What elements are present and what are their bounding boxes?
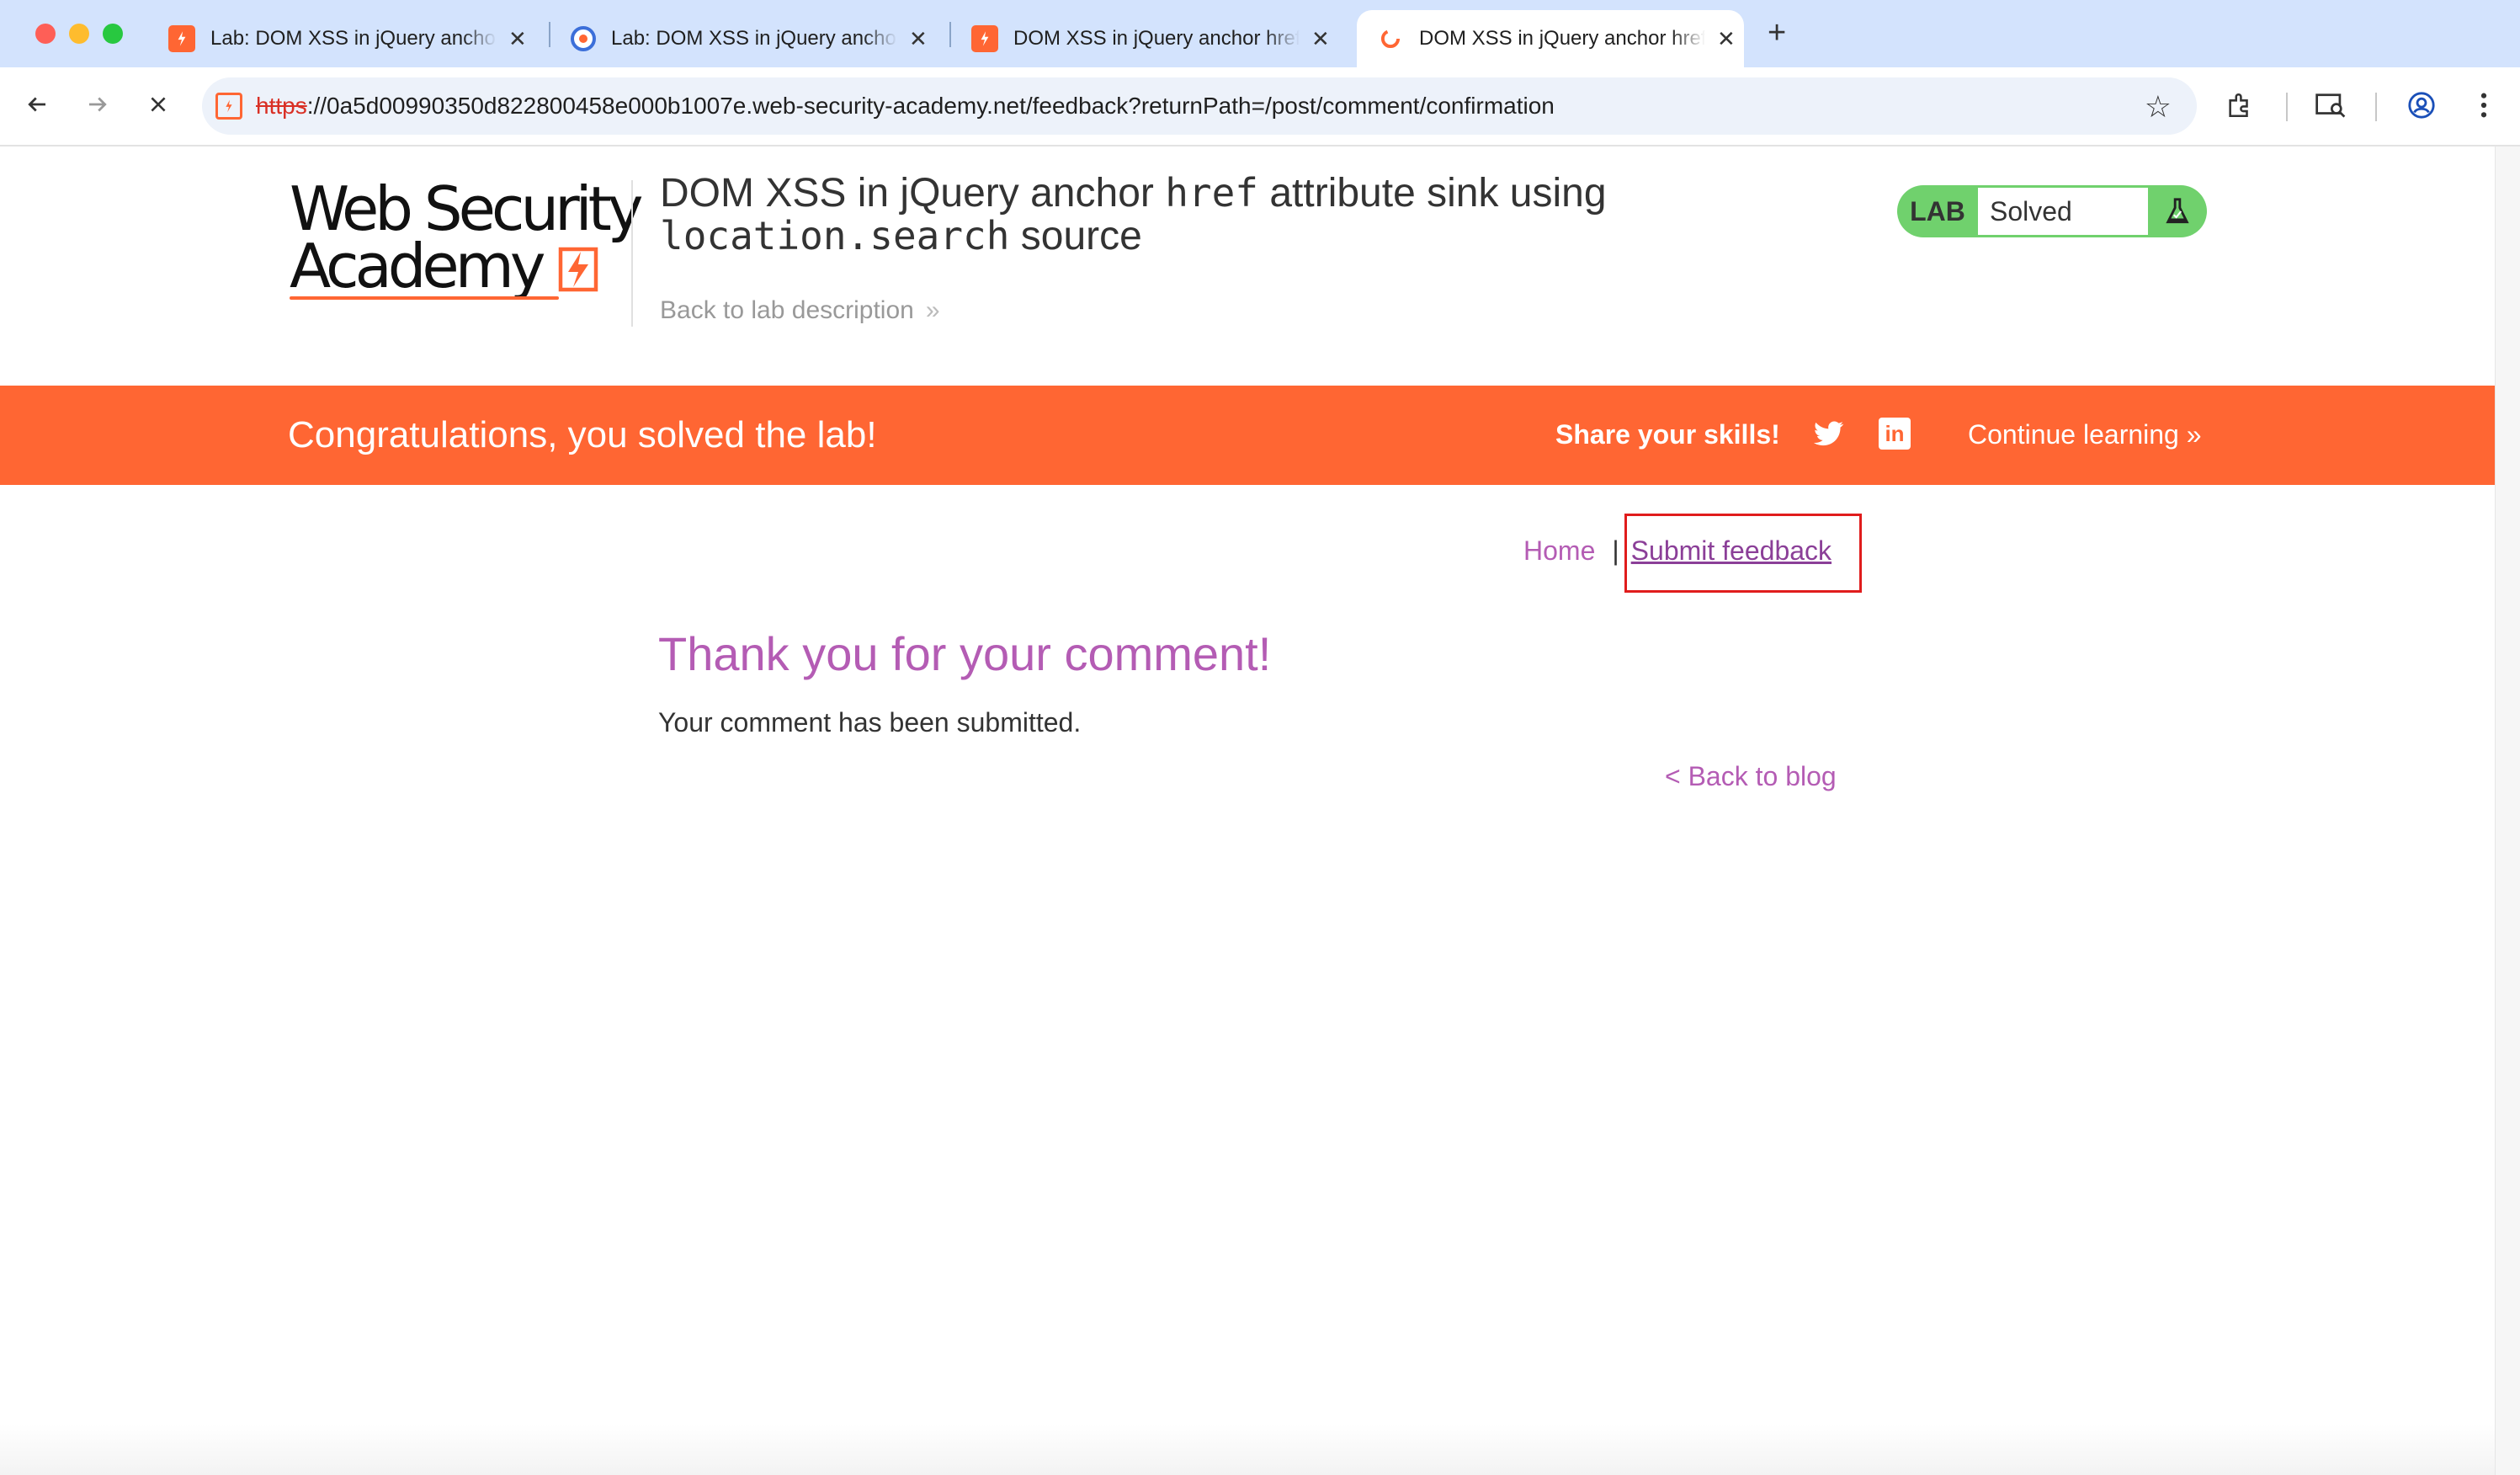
back-to-blog-link[interactable]: < Back to blog <box>1665 761 1837 792</box>
browser-toolbar: https://0a5d00990350d822800458e000b1007e… <box>0 67 2520 146</box>
forward-arrow-icon[interactable] <box>79 86 116 123</box>
profile-icon[interactable] <box>2404 88 2439 123</box>
lab-title-text: attribute sink using <box>1258 171 1607 216</box>
page-bottom-shadow <box>0 1424 2495 1475</box>
browser-window: Lab: DOM XSS in jQuery anchor href attri… <box>0 0 2520 1475</box>
tab-strip: Lab: DOM XSS in jQuery anchor href attri… <box>0 0 2520 67</box>
lab-title: DOM XSS in jQuery anchor href attribute … <box>660 172 1821 258</box>
back-link-label: Back to lab description <box>660 296 914 324</box>
tab-title: DOM XSS in jQuery anchor href attribute … <box>1013 27 1300 50</box>
vertical-scrollbar[interactable] <box>2495 146 2520 1475</box>
home-link[interactable]: Home <box>1523 535 1595 567</box>
tab-close-icon[interactable]: ✕ <box>1311 26 1330 52</box>
tab-title: DOM XSS in jQuery anchor href attribute … <box>1419 27 1705 50</box>
web-security-academy-logo[interactable]: Web Security Academy <box>290 173 644 306</box>
minimize-window-button[interactable] <box>69 24 89 44</box>
logo-underline <box>290 296 559 300</box>
logo-line1: Web Security <box>290 173 644 244</box>
maximize-window-button[interactable] <box>103 24 123 44</box>
loading-icon <box>1377 25 1404 52</box>
toolbar-separator <box>2375 93 2377 121</box>
url-path: ://0a5d00990350d822800458e000b1007e.web-… <box>306 93 1555 119</box>
bookmark-star-icon[interactable]: ☆ <box>2145 89 2172 125</box>
tab-close-icon[interactable]: ✕ <box>1717 26 1736 52</box>
extensions-icon[interactable] <box>2222 88 2257 123</box>
lab-status-badge: LAB Solved <box>1897 185 2207 237</box>
tab-search-icon[interactable] <box>2313 88 2348 123</box>
academy-bolt-icon <box>559 247 598 292</box>
page-heading: Thank you for your comment! <box>658 627 1272 680</box>
confirmation-message: Your comment has been submitted. <box>658 707 1082 738</box>
logo-line2: Academy <box>290 231 545 301</box>
new-tab-button[interactable]: + <box>1768 15 1786 51</box>
url-text: https://0a5d00990350d822800458e000b1007e… <box>256 93 1555 120</box>
continue-learning-link[interactable]: Continue learning » <box>1968 419 2202 450</box>
tab-title: Lab: DOM XSS in jQuery anchor href attri… <box>611 27 897 50</box>
highlight-box <box>1624 514 1862 593</box>
header-divider <box>631 180 633 327</box>
chrome-icon <box>571 26 596 51</box>
url-scheme: https <box>256 93 307 119</box>
toolbar-separator <box>2286 93 2288 121</box>
tab-4-active[interactable]: DOM XSS in jQuery anchor href attribute … <box>1357 10 1744 67</box>
double-chevron-icon: » <box>925 296 940 324</box>
share-skills-label: Share your skills! <box>1555 419 1780 450</box>
close-window-button[interactable] <box>35 24 56 44</box>
twitter-icon[interactable] <box>1811 419 1845 450</box>
congratulations-text: Congratulations, you solved the lab! <box>288 414 877 455</box>
address-bar[interactable]: https://0a5d00990350d822800458e000b1007e… <box>202 77 2197 135</box>
linkedin-icon[interactable]: in <box>1879 418 1911 450</box>
lab-title-text: DOM XSS in jQuery anchor <box>660 171 1166 216</box>
site-info-icon[interactable] <box>215 93 242 120</box>
stop-loading-icon[interactable] <box>140 86 177 123</box>
tab-2[interactable]: Lab: DOM XSS in jQuery anchor href attri… <box>550 10 944 67</box>
tab-title: Lab: DOM XSS in jQuery anchor href attri… <box>210 27 497 50</box>
lab-label: LAB <box>1910 195 1965 226</box>
back-arrow-icon[interactable] <box>19 86 56 123</box>
lab-title-text: source <box>1009 214 1142 258</box>
lab-title-code: href <box>1165 170 1258 216</box>
web-page: Web Security Academy DOM XSS in jQuery a… <box>0 146 2495 1475</box>
tab-close-icon[interactable]: ✕ <box>508 26 527 52</box>
more-menu-icon[interactable] <box>2466 88 2501 123</box>
lab-title-code: location.search <box>660 213 1010 258</box>
nav-separator: | <box>1612 535 1619 566</box>
tab-close-icon[interactable]: ✕ <box>909 26 928 52</box>
solved-banner: Congratulations, you solved the lab! Sha… <box>0 386 2495 485</box>
portswigger-icon <box>168 25 195 52</box>
tab-1[interactable]: Lab: DOM XSS in jQuery anchor href attri… <box>148 10 542 67</box>
portswigger-icon <box>971 25 998 52</box>
flask-icon <box>2148 197 2207 226</box>
lab-status-text: Solved <box>1978 188 2148 235</box>
logo-line2-row: Academy <box>290 231 626 301</box>
back-to-lab-description-link[interactable]: Back to lab description » <box>660 296 940 325</box>
tab-3[interactable]: DOM XSS in jQuery anchor href attribute … <box>951 10 1345 67</box>
